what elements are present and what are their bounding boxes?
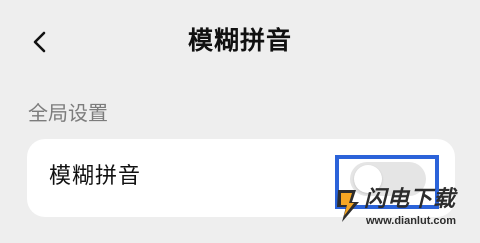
lightning-icon: [337, 190, 359, 222]
page-title: 模糊拼音: [187, 26, 292, 55]
watermark: 闪电下载 www.dianlut.com: [332, 186, 472, 234]
watermark-title: 闪电下载: [364, 187, 457, 212]
setting-label-fuzzy-pinyin: 模糊拼音: [49, 164, 142, 189]
header-bar: 模糊拼音: [0, 0, 480, 84]
section-label-global-settings: 全局设置: [28, 101, 108, 125]
watermark-url: www.dianlut.com: [366, 215, 457, 227]
